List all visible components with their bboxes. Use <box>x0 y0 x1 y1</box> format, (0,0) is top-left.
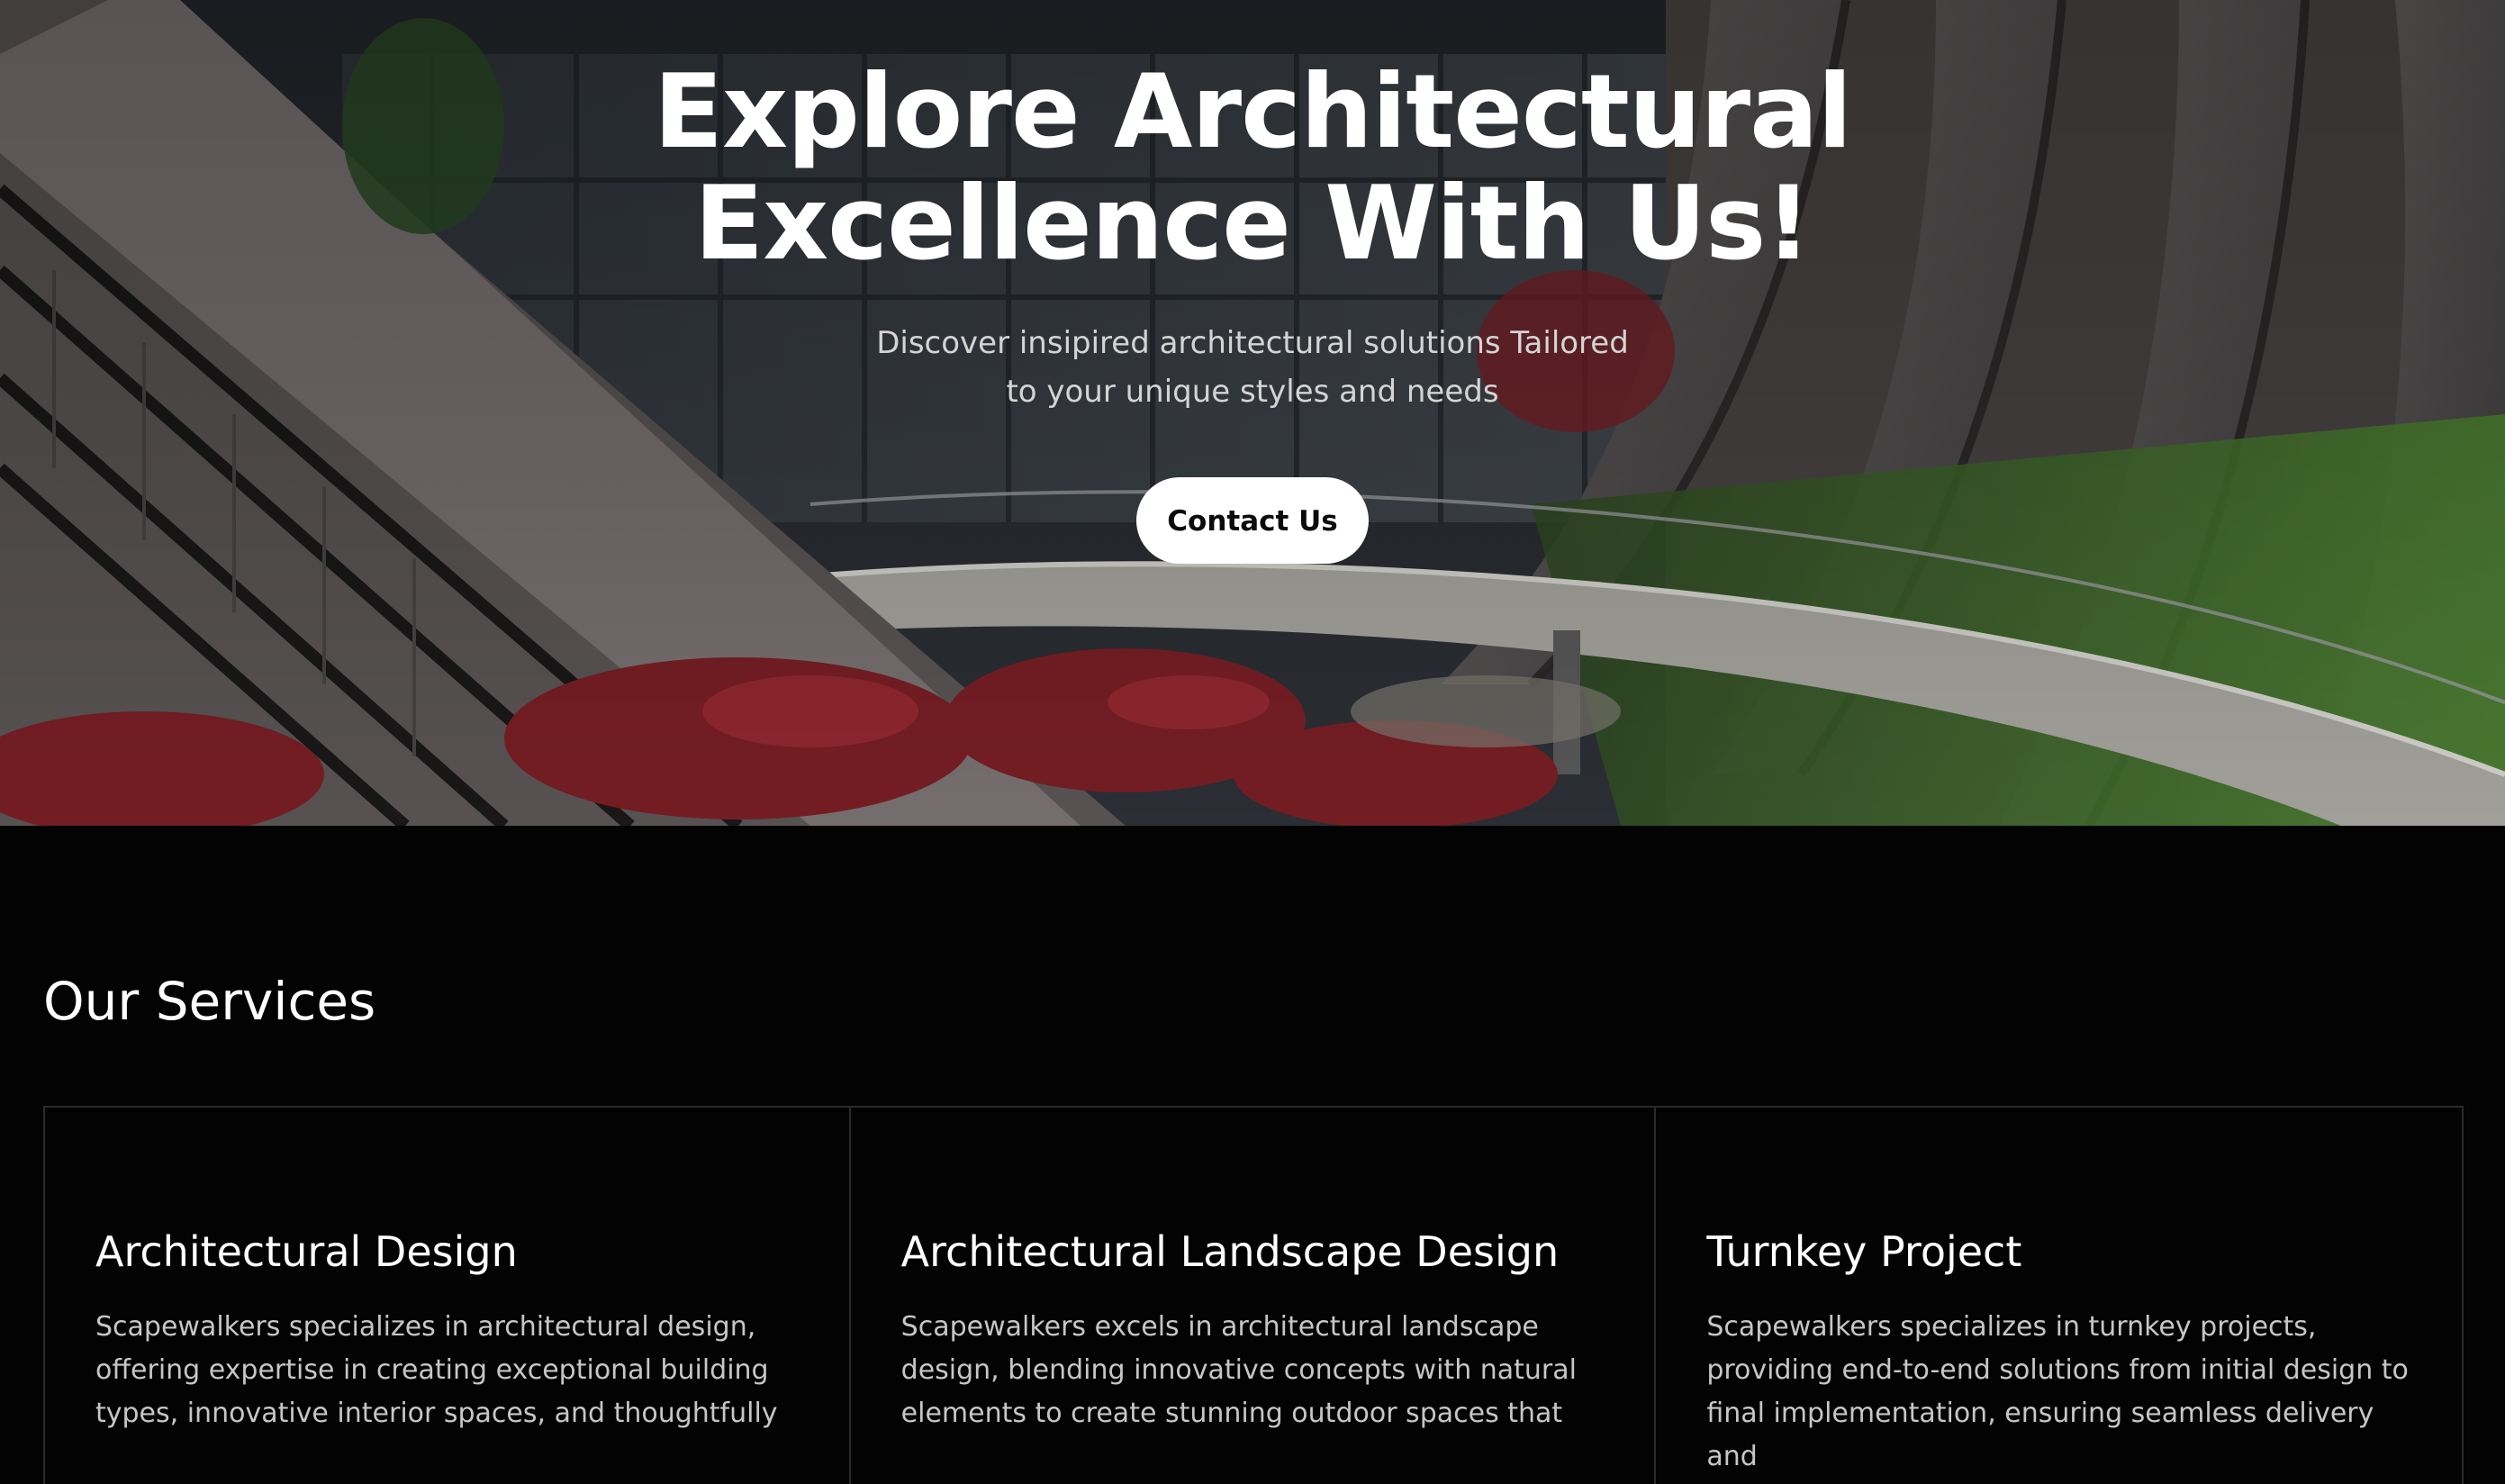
hero-title-line1: Explore Architectural <box>653 52 1852 171</box>
service-card-architectural-design[interactable]: Architectural Design Scapewalkers specia… <box>45 1108 851 1484</box>
service-card-description: Scapewalkers specializes in turnkey proj… <box>1706 1311 2409 1472</box>
service-card-title: Architectural Design <box>95 1227 518 1276</box>
service-card-description: Scapewalkers excels in architectural lan… <box>900 1311 1577 1429</box>
service-card-landscape-design[interactable]: Architectural Landscape Design Scapewalk… <box>851 1108 1657 1484</box>
hero-content: Explore Architectural Excellence With Us… <box>0 56 2505 564</box>
service-card-title: Architectural Landscape Design <box>900 1227 1560 1276</box>
hero-section: Explore Architectural Excellence With Us… <box>0 0 2505 826</box>
contact-us-button[interactable]: Contact Us <box>1136 477 1369 564</box>
hero-title: Explore Architectural Excellence With Us… <box>577 56 1928 279</box>
hero-subtitle-line1: Discover insipired architectural solutio… <box>876 325 1629 361</box>
services-grid: Architectural Design Scapewalkers specia… <box>43 1106 2464 1484</box>
hero-subtitle: Discover insipired architectural solutio… <box>847 319 1658 416</box>
service-card-description: Scapewalkers specializes in architectura… <box>95 1311 778 1429</box>
services-heading: Our Services <box>43 971 376 1032</box>
service-card-turnkey-project[interactable]: Turnkey Project Scapewalkers specializes… <box>1656 1108 2462 1484</box>
hero-title-line2: Excellence With Us! <box>694 164 1812 283</box>
service-card-title: Turnkey Project <box>1706 1227 2022 1276</box>
hero-subtitle-line2: to your unique styles and needs <box>1006 374 1499 410</box>
